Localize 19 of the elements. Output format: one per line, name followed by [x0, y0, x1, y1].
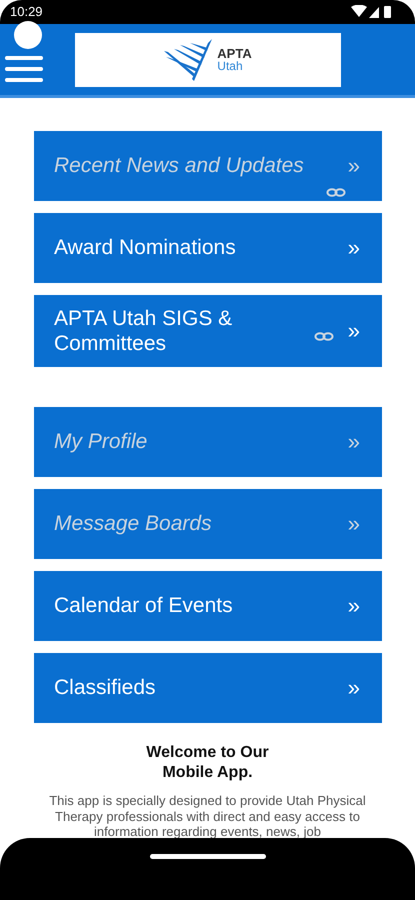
chevron-icon: » [348, 674, 360, 702]
menu-button[interactable]: APTA Utah SIGS & Committees » [34, 295, 382, 367]
menu-button[interactable]: My Profile » [34, 407, 382, 477]
welcome-title: Welcome to Our Mobile App. [145, 743, 270, 783]
menu-button[interactable]: Award Nominations » [34, 213, 382, 283]
status-time: 10:29 [10, 3, 43, 22]
menu-button[interactable]: Calendar of Events » [34, 571, 382, 641]
chevron-icon: » [348, 234, 360, 262]
menu-button[interactable]: Classifieds » [34, 653, 382, 723]
chevron-icon: » [348, 510, 360, 538]
welcome-text: This app is specially designed to provide Utah Physical Therapy professionals with direct and easy access to information regarding events, news, job [48, 793, 367, 840]
chevron-icon: » [348, 318, 360, 344]
chevron-icon: » [348, 428, 360, 456]
menu-button[interactable]: Recent News and Updates » [34, 131, 382, 201]
chevron-icon: » [348, 592, 360, 620]
logo-title: APTA [217, 47, 252, 60]
menu-button[interactable]: Message Boards » [34, 489, 382, 559]
chevron-icon: » [348, 152, 360, 180]
logo-subtitle: Utah [217, 60, 244, 72]
